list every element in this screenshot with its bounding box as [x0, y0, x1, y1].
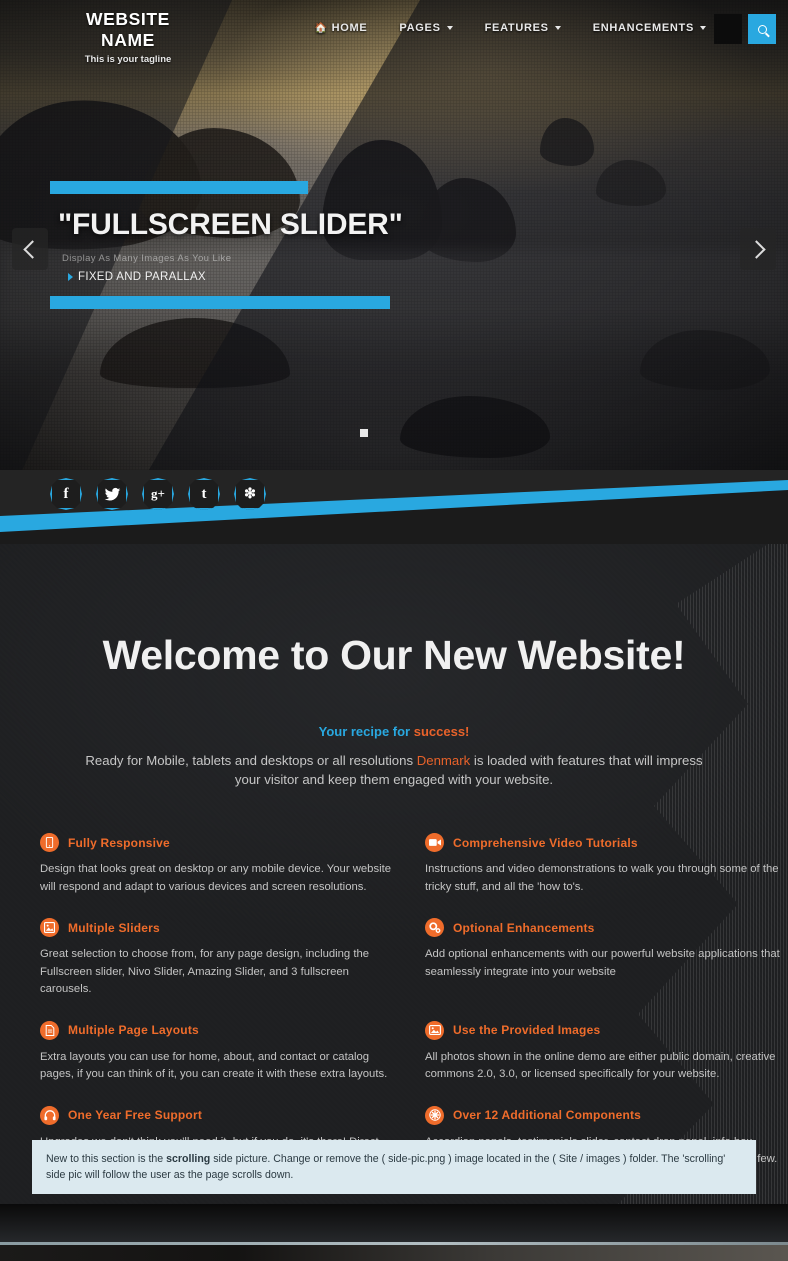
feature-body: Great selection to choose from, for any …	[40, 948, 370, 996]
feature-header: Multiple Page Layouts	[40, 1020, 403, 1040]
feature-title: Use the Provided Images	[453, 1023, 601, 1038]
chevron-down-icon	[446, 26, 453, 30]
slider-bullet-label: FIXED AND PARALLAX	[78, 271, 206, 283]
slider-prev-button[interactable]	[12, 228, 48, 270]
asterisk-icon	[425, 1105, 444, 1125]
feature-body: All photos shown in the online demo are …	[425, 1050, 776, 1081]
social-link-yelp[interactable]: ❇	[234, 478, 266, 510]
header-action-boxes	[714, 14, 776, 44]
home-icon: 🏠	[314, 22, 328, 34]
feature-item: Multiple Sliders Great selection to choo…	[40, 918, 403, 999]
nav-label: FEATURES	[484, 22, 549, 34]
headphones-icon	[40, 1105, 59, 1125]
feature-title: Multiple Page Layouts	[68, 1023, 199, 1038]
yelp-icon: ❇	[244, 486, 256, 502]
nav-item-features[interactable]: FEATURES	[469, 22, 577, 34]
tumblr-icon: t	[201, 485, 207, 502]
footer-ground	[0, 1245, 788, 1261]
welcome-block: Welcome to Our New Website! Your recipe …	[0, 544, 788, 789]
feature-header: Optional Enhancements	[425, 918, 788, 938]
chevron-down-icon	[554, 26, 561, 30]
main-navigation: 🏠 HOME PAGES FEATURES ENHANCEMENTS	[298, 22, 722, 34]
feature-body: Instructions and video demonstrations to…	[425, 863, 779, 893]
slider-title: "FULLSCREEN SLIDER"	[58, 208, 403, 241]
gears-icon	[425, 918, 444, 938]
site-header: WEBSITE NAME This is your tagline 🏠 HOME…	[0, 0, 788, 65]
feature-title: Fully Responsive	[68, 835, 170, 850]
slider-pagination-dot[interactable]	[360, 429, 368, 437]
feature-item: Comprehensive Video Tutorials Instructio…	[425, 833, 788, 896]
logo-name: WEBSITE NAME	[86, 9, 170, 50]
feature-body: Add optional enhancements with our power…	[425, 948, 780, 978]
feature-body: Extra layouts you can use for home, abou…	[40, 1050, 388, 1081]
intro-paragraph: Ready for Mobile, tablets and desktops o…	[79, 751, 709, 789]
nav-item-home[interactable]: 🏠 HOME	[298, 22, 383, 34]
page-root: WEBSITE NAME This is your tagline 🏠 HOME…	[0, 0, 788, 1261]
menu-toggle-button[interactable]	[714, 14, 742, 44]
slider-image-icon	[40, 918, 59, 938]
feature-item: Fully Responsive Design that looks great…	[40, 833, 403, 896]
nav-item-pages[interactable]: PAGES	[383, 22, 468, 34]
social-link-tumblr[interactable]: t	[188, 478, 220, 510]
feature-header: One Year Free Support	[40, 1105, 403, 1125]
nav-label: PAGES	[399, 22, 441, 34]
feature-title: Comprehensive Video Tutorials	[453, 835, 638, 850]
slider-bullet: FIXED AND PARALLAX	[68, 271, 206, 283]
intro-highlight: Denmark	[416, 753, 471, 768]
arrow-right-icon	[68, 273, 73, 281]
footer-sky	[0, 1204, 788, 1242]
slider-pagination[interactable]	[360, 429, 368, 437]
mobile-icon	[40, 833, 59, 853]
feature-item: Multiple Page Layouts Extra layouts you …	[40, 1020, 403, 1084]
feature-item: Optional Enhancements Add optional enhan…	[425, 918, 788, 999]
welcome-section: Welcome to Our New Website! Your recipe …	[0, 544, 788, 1204]
social-link-google-plus[interactable]: g+	[142, 478, 174, 510]
features-grid: Fully Responsive Design that looks great…	[0, 833, 788, 1169]
feature-title: Over 12 Additional Components	[453, 1108, 642, 1123]
social-link-facebook[interactable]: f	[50, 478, 82, 510]
caption-top-bar	[50, 181, 308, 194]
intro-text-1: Ready for Mobile, tablets and desktops o…	[85, 753, 417, 768]
recipe-text-blue: Your recipe for	[318, 724, 414, 739]
feature-title: Optional Enhancements	[453, 920, 595, 935]
social-strip: f g+ t ❇	[0, 470, 788, 544]
feature-header: Fully Responsive	[40, 833, 403, 853]
caption-bottom-bar	[50, 296, 390, 309]
video-camera-icon	[425, 833, 444, 853]
nav-label: ENHANCEMENTS	[592, 22, 694, 34]
picture-icon	[425, 1020, 444, 1040]
slider-next-button[interactable]	[740, 228, 776, 270]
recipe-text-orange: success!	[413, 724, 470, 739]
nav-label: HOME	[331, 22, 368, 34]
document-icon	[40, 1020, 59, 1040]
social-link-twitter[interactable]	[96, 478, 128, 510]
twitter-icon	[104, 487, 120, 501]
info-notice: New to this section is the scrolling sid…	[32, 1140, 756, 1194]
feature-header: Comprehensive Video Tutorials	[425, 833, 788, 853]
google-plus-icon: g+	[151, 486, 165, 501]
search-button[interactable]	[748, 14, 776, 44]
facebook-icon: f	[63, 485, 69, 502]
page-title: Welcome to Our New Website!	[102, 632, 686, 678]
chevron-left-icon	[22, 239, 42, 259]
chevron-right-icon	[746, 239, 766, 259]
search-icon	[757, 24, 767, 34]
site-logo[interactable]: WEBSITE NAME This is your tagline	[66, 9, 190, 65]
feature-title: One Year Free Support	[68, 1108, 203, 1123]
footer-image-band	[0, 1204, 788, 1261]
slider-subtitle: Display As Many Images As You Like	[62, 253, 232, 264]
notice-text-1: New to this section is the	[46, 1153, 167, 1165]
feature-body: Design that looks great on desktop or an…	[40, 863, 392, 893]
social-links: f g+ t ❇	[50, 478, 266, 510]
nav-item-enhancements[interactable]: ENHANCEMENTS	[577, 22, 722, 34]
notice-bold: scrolling	[166, 1153, 211, 1165]
logo-tagline: This is your tagline	[84, 54, 172, 65]
chevron-down-icon	[700, 26, 706, 30]
feature-header: Multiple Sliders	[40, 918, 403, 938]
recipe-tagline: Your recipe for success!	[0, 724, 788, 739]
feature-header: Use the Provided Images	[425, 1020, 788, 1040]
feature-title: Multiple Sliders	[68, 920, 160, 935]
feature-header: Over 12 Additional Components	[425, 1105, 788, 1125]
feature-item: Use the Provided Images All photos shown…	[425, 1020, 788, 1084]
